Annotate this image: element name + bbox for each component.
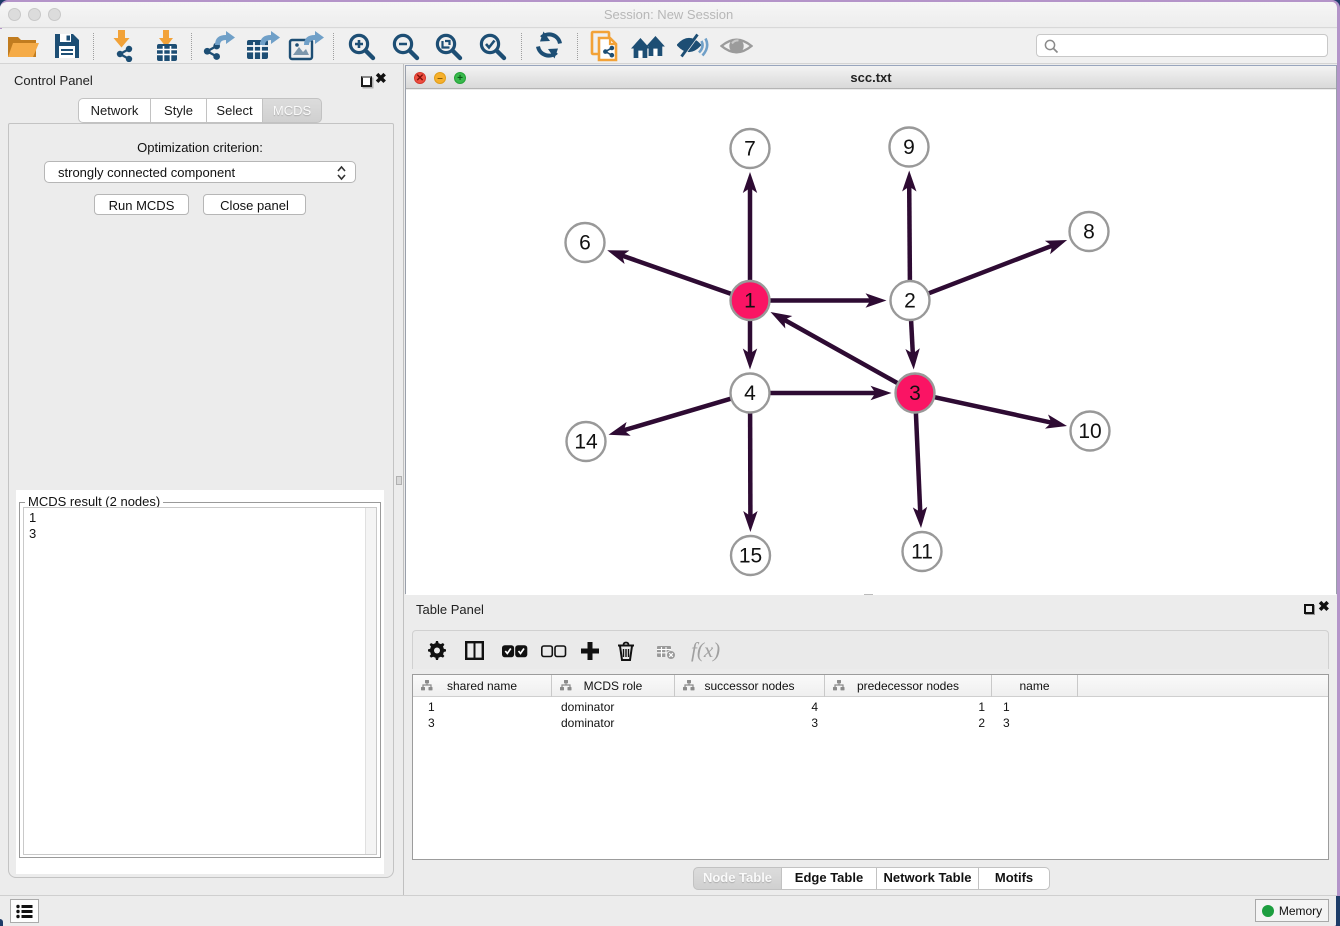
svg-text:8: 8 xyxy=(1083,221,1095,244)
svg-text:9: 9 xyxy=(903,136,915,159)
svg-text:4: 4 xyxy=(744,382,756,405)
svg-text:14: 14 xyxy=(574,431,598,454)
svg-text:15: 15 xyxy=(739,545,762,568)
svg-text:3: 3 xyxy=(909,382,921,405)
svg-text:10: 10 xyxy=(1078,420,1101,443)
svg-text:11: 11 xyxy=(911,541,933,564)
svg-text:7: 7 xyxy=(744,138,756,161)
svg-text:6: 6 xyxy=(579,232,591,255)
svg-text:1: 1 xyxy=(744,290,756,313)
svg-text:2: 2 xyxy=(904,290,916,313)
